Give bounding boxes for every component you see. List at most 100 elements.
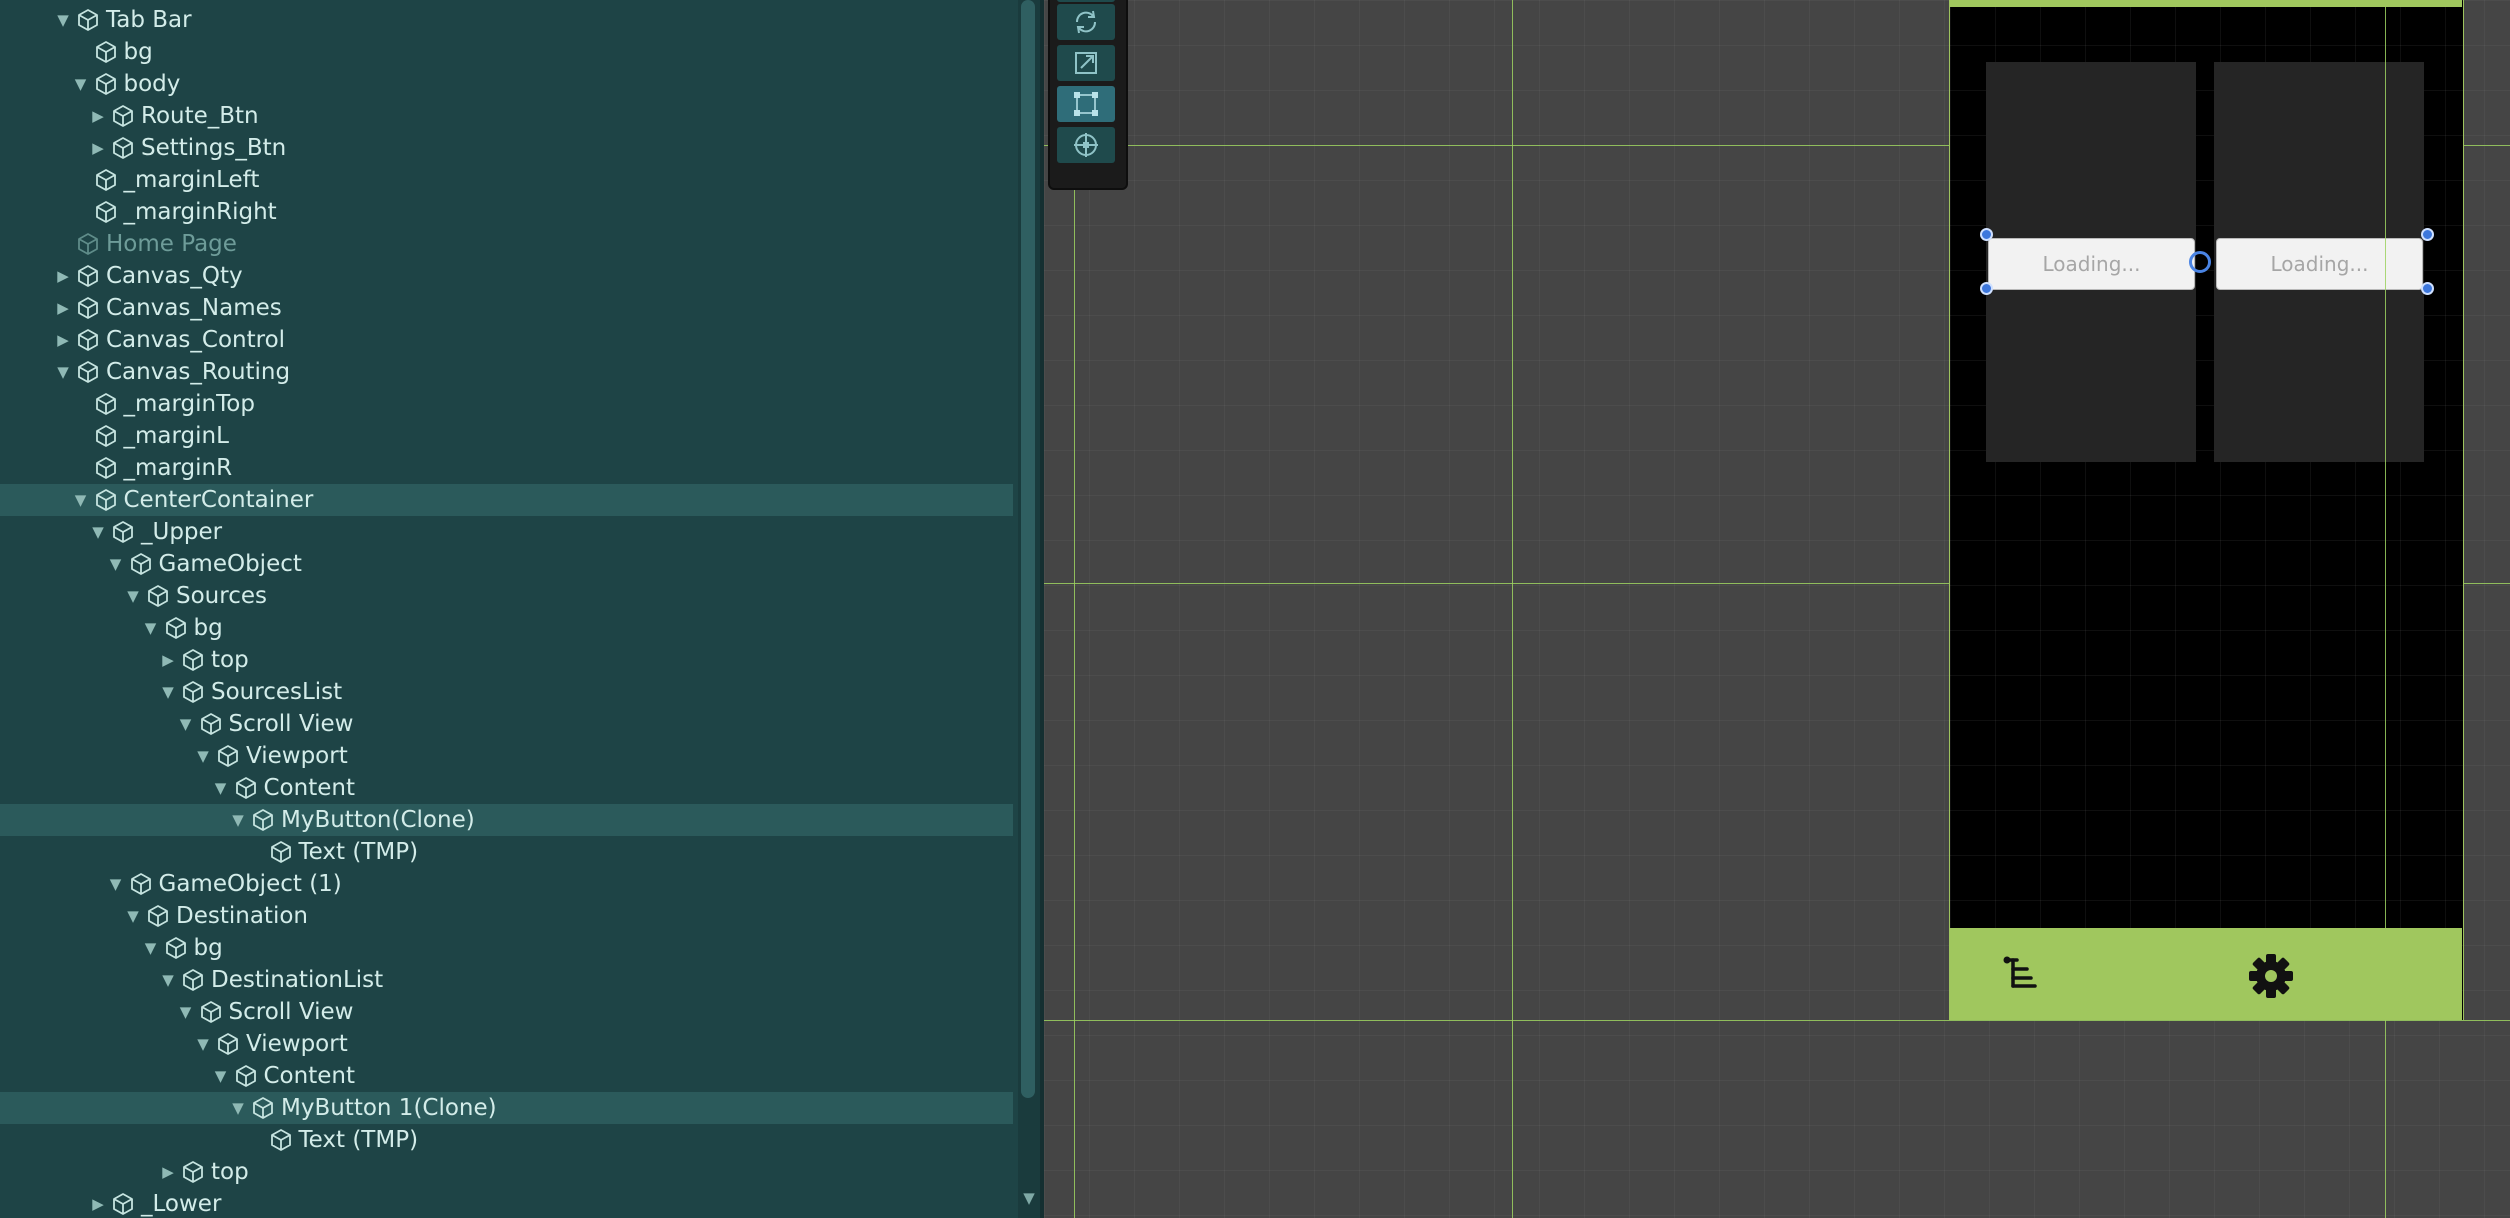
gameobject-cube-icon xyxy=(76,360,100,384)
hierarchy-row[interactable]: ▼ GameObject xyxy=(0,548,1013,580)
hierarchy-row-label: Text (TMP) xyxy=(298,1127,419,1153)
gameobject-cube-icon xyxy=(146,584,170,608)
tool-button-previous[interactable] xyxy=(1057,0,1115,2)
rect-handle-bottom-right[interactable] xyxy=(2421,282,2434,295)
guide-line xyxy=(2385,0,2386,1218)
hierarchy-scrollbar-thumb[interactable] xyxy=(1021,0,1035,1098)
transform-tool-button[interactable] xyxy=(1057,127,1115,163)
gameobject-cube-icon xyxy=(94,72,118,96)
expand-arrow-icon[interactable]: ▼ xyxy=(158,676,178,708)
expand-arrow-icon[interactable]: ▼ xyxy=(71,484,91,516)
expand-arrow-icon[interactable]: ▼ xyxy=(88,516,108,548)
expand-arrow-icon[interactable]: ▼ xyxy=(123,580,143,612)
rect-handle-bottom-left[interactable] xyxy=(1980,282,1993,295)
hierarchy-row[interactable]: ▶ Canvas_Control xyxy=(0,324,1013,356)
hierarchy-row[interactable]: Text (TMP) xyxy=(0,1124,1013,1156)
scale-tool-icon xyxy=(1075,52,1097,74)
hierarchy-row[interactable]: ▼ body xyxy=(0,68,1013,100)
expand-arrow-icon[interactable]: ▼ xyxy=(123,900,143,932)
hierarchy-row[interactable]: ▶ _Lower xyxy=(0,1188,1013,1218)
hierarchy-row[interactable]: ▼ Content xyxy=(0,772,1013,804)
hierarchy-row[interactable]: ▶ top xyxy=(0,1156,1013,1188)
hierarchy-row[interactable]: _marginTop xyxy=(0,388,1013,420)
hierarchy-row[interactable]: ▼ SourcesList xyxy=(0,676,1013,708)
hierarchy-row[interactable]: _marginR xyxy=(0,452,1013,484)
hierarchy-row[interactable]: _marginL xyxy=(0,420,1013,452)
rect-handle-top-right[interactable] xyxy=(2421,228,2434,241)
collapse-arrow-icon[interactable]: ▶ xyxy=(88,1188,108,1218)
expand-arrow-icon[interactable]: ▼ xyxy=(53,356,73,388)
hierarchy-row[interactable]: ▼ CenterContainer xyxy=(0,484,1013,516)
gameobject-cube-icon xyxy=(216,1032,240,1056)
expand-arrow-icon[interactable]: ▼ xyxy=(228,1092,248,1124)
gameobject-cube-icon xyxy=(94,424,118,448)
hierarchy-row[interactable]: ▼ MyButton(Clone) xyxy=(0,804,1013,836)
expand-arrow-icon[interactable]: ▼ xyxy=(193,740,213,772)
expand-arrow-icon[interactable]: ▼ xyxy=(106,548,126,580)
expand-arrow-icon[interactable]: ▼ xyxy=(158,964,178,996)
hierarchy-row[interactable]: Text (TMP) xyxy=(0,836,1013,868)
scroll-down-arrow-icon[interactable]: ▼ xyxy=(1019,1188,1039,1208)
scale-tool-button[interactable] xyxy=(1057,45,1115,81)
expand-arrow-icon[interactable]: ▼ xyxy=(71,68,91,100)
rect-tool-button[interactable] xyxy=(1057,86,1115,122)
rotate-tool-button[interactable] xyxy=(1057,4,1115,40)
hierarchy-row[interactable]: ▶ Canvas_Qty xyxy=(0,260,1013,292)
destination-loading-button[interactable]: Loading... xyxy=(2216,238,2423,290)
expand-arrow-icon[interactable]: ▼ xyxy=(176,996,196,1028)
hierarchy-row[interactable]: ▼ Scroll View xyxy=(0,708,1013,740)
collapse-arrow-icon[interactable]: ▶ xyxy=(88,100,108,132)
hierarchy-row[interactable]: ▼ Canvas_Routing xyxy=(0,356,1013,388)
gear-icon[interactable] xyxy=(2246,951,2296,1001)
sources-loading-button[interactable]: Loading... xyxy=(1988,238,2195,290)
hierarchy-row[interactable]: _marginLeft xyxy=(0,164,1013,196)
hierarchy-row-label: Canvas_Control xyxy=(106,327,286,353)
gameobject-cube-icon xyxy=(251,1096,275,1120)
hierarchy-row[interactable]: ▼ Content xyxy=(0,1060,1013,1092)
rect-handle-top-left[interactable] xyxy=(1980,228,1993,241)
hierarchy-row[interactable]: _marginRight xyxy=(0,196,1013,228)
gameobject-cube-icon xyxy=(269,840,293,864)
expand-arrow-icon[interactable]: ▼ xyxy=(106,868,126,900)
hierarchy-row[interactable]: ▼ _Upper xyxy=(0,516,1013,548)
hierarchy-row[interactable]: ▼ Scroll View xyxy=(0,996,1013,1028)
route-tree-icon[interactable] xyxy=(2001,954,2041,994)
hierarchy-row[interactable]: ▶ top xyxy=(0,644,1013,676)
gameobject-cube-icon xyxy=(94,40,118,64)
collapse-arrow-icon[interactable]: ▶ xyxy=(53,324,73,356)
collapse-arrow-icon[interactable]: ▶ xyxy=(53,260,73,292)
hierarchy-row[interactable]: ▼ Destination xyxy=(0,900,1013,932)
collapse-arrow-icon[interactable]: ▶ xyxy=(88,132,108,164)
hierarchy-row[interactable]: bg xyxy=(0,36,1013,68)
expand-arrow-icon[interactable]: ▼ xyxy=(141,932,161,964)
hierarchy-row[interactable]: ▼ Sources xyxy=(0,580,1013,612)
expand-arrow-icon[interactable]: ▼ xyxy=(211,772,231,804)
scene-view[interactable]: Loading... Loading... xyxy=(1044,0,2510,1218)
collapse-arrow-icon[interactable]: ▶ xyxy=(158,644,178,676)
expand-arrow-icon[interactable]: ▼ xyxy=(141,612,161,644)
hierarchy-row[interactable]: ▼ bg xyxy=(0,612,1013,644)
gameobject-cube-icon xyxy=(76,264,100,288)
expand-arrow-icon[interactable]: ▼ xyxy=(53,4,73,36)
hierarchy-row[interactable]: ▼ Viewport xyxy=(0,740,1013,772)
hierarchy-row[interactable]: ▼ MyButton 1(Clone) xyxy=(0,1092,1013,1124)
hierarchy-row[interactable]: ▼ Tab Bar xyxy=(0,4,1013,36)
expand-arrow-icon[interactable]: ▼ xyxy=(176,708,196,740)
hierarchy-row[interactable]: ▼ Viewport xyxy=(0,1028,1013,1060)
hierarchy-row[interactable]: ▼ DestinationList xyxy=(0,964,1013,996)
expand-arrow-icon[interactable]: ▼ xyxy=(193,1028,213,1060)
hierarchy-row[interactable]: ▼ GameObject (1) xyxy=(0,868,1013,900)
hierarchy-row[interactable]: Home Page xyxy=(0,228,1013,260)
pivot-handle[interactable] xyxy=(2189,251,2211,273)
collapse-arrow-icon[interactable]: ▶ xyxy=(158,1156,178,1188)
expand-arrow-icon[interactable]: ▼ xyxy=(228,804,248,836)
hierarchy-row[interactable]: ▼ bg xyxy=(0,932,1013,964)
collapse-arrow-icon[interactable]: ▶ xyxy=(53,292,73,324)
hierarchy-row-label: GameObject (1) xyxy=(158,871,342,897)
expand-arrow-icon[interactable]: ▼ xyxy=(211,1060,231,1092)
hierarchy-row[interactable]: ▶ Canvas_Names xyxy=(0,292,1013,324)
canvas-preview[interactable]: Loading... Loading... xyxy=(1949,0,2464,1020)
hierarchy-row[interactable]: ▶ Route_Btn xyxy=(0,100,1013,132)
hierarchy-row[interactable]: ▶ Settings_Btn xyxy=(0,132,1013,164)
hierarchy-row-label: body xyxy=(123,71,181,97)
